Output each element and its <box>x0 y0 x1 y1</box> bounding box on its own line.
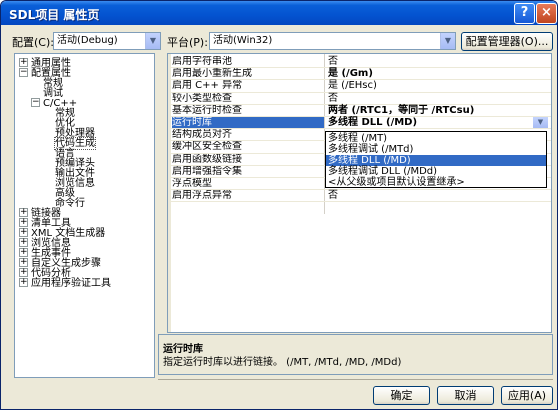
close-button[interactable]: × <box>536 3 557 24</box>
expand-icon[interactable]: + <box>19 248 28 257</box>
footer-separator <box>158 379 553 380</box>
property-value: 否 <box>328 190 338 202</box>
runtime-library-dropdown[interactable]: 多线程 (/MT) 多线程调试 (/MTd) 多线程 DLL (/MD) 多线程调试 … <box>325 131 547 188</box>
expand-icon[interactable]: + <box>19 238 28 247</box>
expand-icon[interactable]: + <box>19 258 28 267</box>
property-row[interactable]: 启用 C++ 异常 是 (/EHsc) <box>168 80 551 91</box>
property-row[interactable]: 启用浮点异常 否 <box>168 190 551 201</box>
chevron-down-icon[interactable]: ▼ <box>533 117 548 128</box>
property-grid[interactable]: 启用字符串池否启用最小重新生成是 (/Gm) 启用 C++ 异常是 (/EHsc)… <box>167 53 552 333</box>
expand-icon[interactable]: + <box>19 268 28 277</box>
property-row[interactable]: 基本运行时检查 两者 (/RTC1，等同于 /RTCsu) <box>168 105 551 116</box>
platform-select-value: 活动(Win32) <box>213 35 273 46</box>
property-name: 启用增强指令集 <box>172 165 242 177</box>
platform-label: 平台(P): <box>167 36 208 49</box>
row-separator <box>168 201 551 203</box>
dropdown-option[interactable]: 多线程 DLL (/MD) <box>326 155 546 166</box>
collapse-icon[interactable]: − <box>19 68 28 77</box>
property-name: 较小类型检查 <box>172 92 232 104</box>
help-button[interactable]: ? <box>514 3 535 24</box>
platform-select[interactable]: 活动(Win32) ▼ <box>209 32 456 50</box>
dropdown-option[interactable]: <从父级或项目默认设置继承> <box>326 177 546 187</box>
property-row[interactable]: 较小类型检查 否 <box>168 93 551 104</box>
chevron-down-icon[interactable]: ▼ <box>145 33 160 49</box>
config-select-value: 活动(Debug) <box>57 35 118 46</box>
property-row[interactable]: 运行时库 多线程 DLL (/MD) ▼ <box>168 117 551 128</box>
property-name: 缓冲区安全检查 <box>172 141 242 153</box>
dropdown-option[interactable]: 多线程调试 DLL (/MDd) <box>326 166 546 177</box>
property-value: 多线程 DLL (/MD) <box>328 117 418 128</box>
dropdown-option[interactable]: 多线程调试 (/MTd) <box>326 144 546 155</box>
window-title: SDL项目 属性页 <box>9 8 100 22</box>
apply-button[interactable]: 应用(A) <box>501 386 553 405</box>
property-tree[interactable]: + 通用属性 − 配置属性 常规 调试 − C/C++ 常规 优化 预处理器 代码生成 语言 预编译头 输出… <box>14 53 155 378</box>
chevron-down-icon[interactable]: ▼ <box>440 33 455 49</box>
property-name: 启用函数级链接 <box>172 153 242 165</box>
property-row[interactable]: 启用字符串池 否 <box>168 56 551 67</box>
property-value: 是 (/Gm) <box>328 68 373 80</box>
config-label: 配置(C): <box>12 36 54 49</box>
description-text: 指定运行时库以进行链接。 (/MT, /MTd, /MD, /MDd) <box>163 357 402 368</box>
property-value: 否 <box>328 56 338 67</box>
tree-item-label: 应用程序验证工具 <box>31 278 111 289</box>
expand-icon[interactable]: + <box>19 278 28 287</box>
property-name: 结构成员对齐 <box>172 129 232 141</box>
property-name: 启用最小重新生成 <box>172 68 252 80</box>
property-value: 否 <box>328 92 338 104</box>
property-row[interactable]: 启用最小重新生成 是 (/Gm) <box>168 68 551 79</box>
property-name: 基本运行时检查 <box>172 104 242 116</box>
collapse-icon[interactable]: − <box>31 98 40 107</box>
config-select[interactable]: 活动(Debug) ▼ <box>53 32 161 50</box>
config-manager-button[interactable]: 配置管理器(O)... <box>461 32 553 51</box>
property-name: 启用浮点异常 <box>172 190 232 202</box>
property-name: 运行时库 <box>172 117 324 128</box>
description-panel: 运行时库 指定运行时库以进行链接。 (/MT, /MTd, /MD, /MDd) <box>158 334 553 375</box>
property-name: 启用字符串池 <box>172 56 232 67</box>
property-value: 是 (/EHsc) <box>328 80 377 92</box>
title-bar[interactable]: SDL项目 属性页 ? × <box>1 1 557 25</box>
expand-icon[interactable]: + <box>19 228 28 237</box>
ok-button[interactable]: 确定 <box>373 386 430 405</box>
expand-icon[interactable]: + <box>19 208 28 217</box>
properties-dialog: SDL项目 属性页 ? × 配置(C): 活动(Debug) ▼ 平台(P): … <box>0 0 558 410</box>
expand-icon[interactable]: + <box>19 58 28 67</box>
expand-icon[interactable]: + <box>19 218 28 227</box>
tree-item[interactable]: + 应用程序验证工具 <box>19 278 111 289</box>
cancel-button[interactable]: 取消 <box>437 386 494 405</box>
dropdown-option[interactable]: 多线程 (/MT) <box>326 133 546 144</box>
property-name: 启用 C++ 异常 <box>172 80 243 92</box>
property-value: 两者 (/RTC1，等同于 /RTCsu) <box>328 104 475 116</box>
property-name: 浮点模型 <box>172 178 212 189</box>
